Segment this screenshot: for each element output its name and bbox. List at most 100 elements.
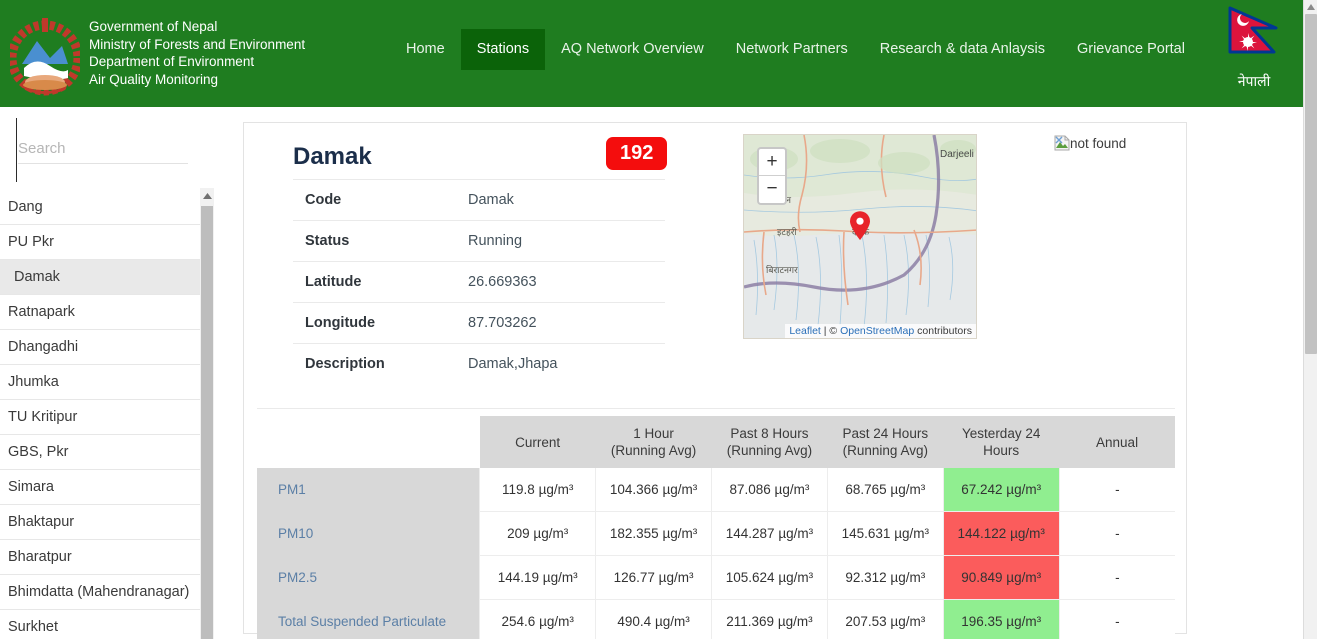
station-list-item-surkhet[interactable]: Surkhet [0,610,200,639]
info-label-code: Code [293,179,468,221]
station-list[interactable]: Dang PU Pkr Damak Ratnapark Dhangadhi Jh… [0,190,200,639]
parameter-link-pm25[interactable]: PM2.5 [257,555,480,600]
measurements-table: Current 1 Hour (Running Avg) Past 8 Hour… [257,416,1175,639]
map-label-itahari: इटहरी [777,227,797,237]
nepal-emblem-icon [7,8,83,100]
section-divider [257,408,1175,409]
column-header-1-hour-line1: 1 Hour [633,426,674,441]
info-label-description: Description [293,343,468,384]
column-header-past-24-hours: Past 24 Hours (Running Avg) [827,416,944,468]
station-list-item-dhangadhi[interactable]: Dhangadhi [0,330,200,365]
map-attribution: Leaflet | © OpenStreetMap contributors [785,324,976,338]
station-list-item-bhaktapur[interactable]: Bhaktapur [0,505,200,540]
map-zoom-in-button[interactable]: + [759,149,785,176]
search-input[interactable] [18,138,188,164]
info-label-longitude: Longitude [293,302,468,344]
map-zoom-out-button[interactable]: − [759,176,785,203]
column-header-parameter [257,416,480,468]
nepal-flag-icon [1228,6,1278,54]
column-header-past-8-hours-line2: (Running Avg) [726,443,813,458]
language-label[interactable]: नेपाली [1218,72,1290,91]
page-scrollbar[interactable] [1303,0,1317,639]
parameter-link-pm1[interactable]: PM1 [257,468,480,512]
nav-item-research-data-analysis[interactable]: Research & data Anlaysis [864,29,1061,70]
info-value-longitude: 87.703262 [468,302,665,344]
site-header: Government of Nepal Ministry of Forests … [0,0,1303,107]
sidebar-scroll-up-arrow-icon[interactable] [200,188,214,204]
cell-pm1-past8: 87.086 µg/m³ [711,468,828,512]
column-header-past-24-hours-line2: (Running Avg) [842,443,928,458]
nav-item-home[interactable]: Home [390,29,461,70]
cell-pm25-past24: 92.312 µg/m³ [826,555,944,600]
station-sidebar: Dang PU Pkr Damak Ratnapark Dhangadhi Jh… [0,118,214,639]
station-list-item-ratnapark[interactable]: Ratnapark [0,295,200,330]
organization-titles: Government of Nepal Ministry of Forests … [89,18,305,88]
page-title: Damak [293,143,372,170]
station-location-map[interactable]: Darjeeli इटहरी दमक बिराटनगर न + − Leafle… [743,134,977,339]
cell-tsp-1hour: 490.4 µg/m³ [595,599,712,639]
parameter-link-pm10[interactable]: PM10 [257,511,480,556]
attr-separator: | © [820,325,841,337]
cell-pm25-annual: - [1058,555,1175,600]
station-list-item-bhimdatta[interactable]: Bhimdatta (Mahendranagar) [0,575,200,610]
station-list-item-gbs-pkr[interactable]: GBS, Pkr [0,435,200,470]
nav-item-aq-network-overview[interactable]: AQ Network Overview [545,29,720,70]
column-header-past-8-hours: Past 8 Hours (Running Avg) [711,416,828,468]
table-row: Latitude 26.669363 [293,261,665,303]
scroll-up-arrow-icon[interactable] [1304,0,1317,14]
cell-pm1-current: 119.8 µg/m³ [479,468,596,512]
measurements-section: Current 1 Hour (Running Avg) Past 8 Hour… [257,416,1175,639]
info-value-description: Damak,Jhapa [468,343,665,384]
station-list-item-tu-kritipur[interactable]: TU Kritipur [0,400,200,435]
cell-tsp-past8: 211.369 µg/m³ [711,599,828,639]
cell-pm10-past24: 145.631 µg/m³ [826,511,944,556]
openstreetmap-link[interactable]: OpenStreetMap [840,325,914,337]
language-switcher[interactable]: नेपाली [1218,4,1290,91]
nav-item-grievance-portal[interactable]: Grievance Portal [1061,29,1201,70]
info-value-status: Running [468,220,665,262]
column-header-yesterday-24-hours: Yesterday 24 Hours [943,416,1060,468]
station-list-item-damak[interactable]: Damak [0,260,200,295]
nav-item-network-partners[interactable]: Network Partners [720,29,864,70]
cell-pm25-yesterday24: 90.849 µg/m³ [942,555,1060,600]
column-header-yesterday-line2: Hours [983,443,1020,458]
aqi-badge: 192 [606,137,668,170]
cell-tsp-current: 254.6 µg/m³ [479,599,596,639]
station-list-item-bharatpur[interactable]: Bharatpur [0,540,200,575]
station-photo-placeholder: not found [1054,135,1126,151]
cell-pm25-1hour: 126.77 µg/m³ [595,555,712,600]
station-list-item-jhumka[interactable]: Jhumka [0,365,200,400]
station-list-item-dang[interactable]: Dang [0,190,200,225]
page-root: Government of Nepal Ministry of Forests … [0,0,1317,639]
cell-pm25-current: 144.19 µg/m³ [479,555,596,600]
page-scrollbar-thumb[interactable] [1305,14,1317,354]
station-list-item-pu-pkr[interactable]: PU Pkr [0,225,200,260]
org-line-2: Ministry of Forests and Environment [89,36,306,52]
table-row: PM10 209 µg/m³ 182.355 µg/m³ 144.287 µg/… [257,511,1175,556]
cell-pm1-yesterday24: 67.242 µg/m³ [942,468,1060,512]
column-header-yesterday-line1: Yesterday 24 [962,426,1041,441]
station-list-item-simara[interactable]: Simara [0,470,200,505]
sidebar-scrollbar-thumb[interactable] [201,206,213,639]
column-header-annual: Annual [1059,416,1175,468]
map-zoom-controls[interactable]: + − [757,147,787,205]
cell-pm10-yesterday24: 144.122 µg/m³ [942,511,1060,556]
map-marker-icon[interactable] [849,211,871,246]
cell-pm25-past8: 105.624 µg/m³ [711,555,828,600]
table-row: Total Suspended Particulate 254.6 µg/m³ … [257,599,1175,639]
cell-pm10-annual: - [1058,511,1175,556]
table-row: Longitude 87.703262 [293,302,665,344]
sidebar-scrollbar[interactable] [200,188,214,639]
station-info-table: Code Damak Status Running Latitude 26.66… [293,179,665,384]
parameter-link-tsp[interactable]: Total Suspended Particulate [257,599,480,639]
attr-suffix: contributors [914,325,972,337]
cell-pm10-1hour: 182.355 µg/m³ [595,511,712,556]
column-header-annual-line1: Annual [1096,434,1139,450]
leaflet-link[interactable]: Leaflet [789,325,821,337]
info-value-code: Damak [468,179,665,221]
table-row: Status Running [293,220,665,262]
nav-item-stations[interactable]: Stations [460,29,546,70]
main-navigation: Home Stations AQ Network Overview Networ… [390,29,1201,70]
org-line-4: Air Quality Monitoring [89,71,219,87]
info-label-latitude: Latitude [293,261,468,303]
